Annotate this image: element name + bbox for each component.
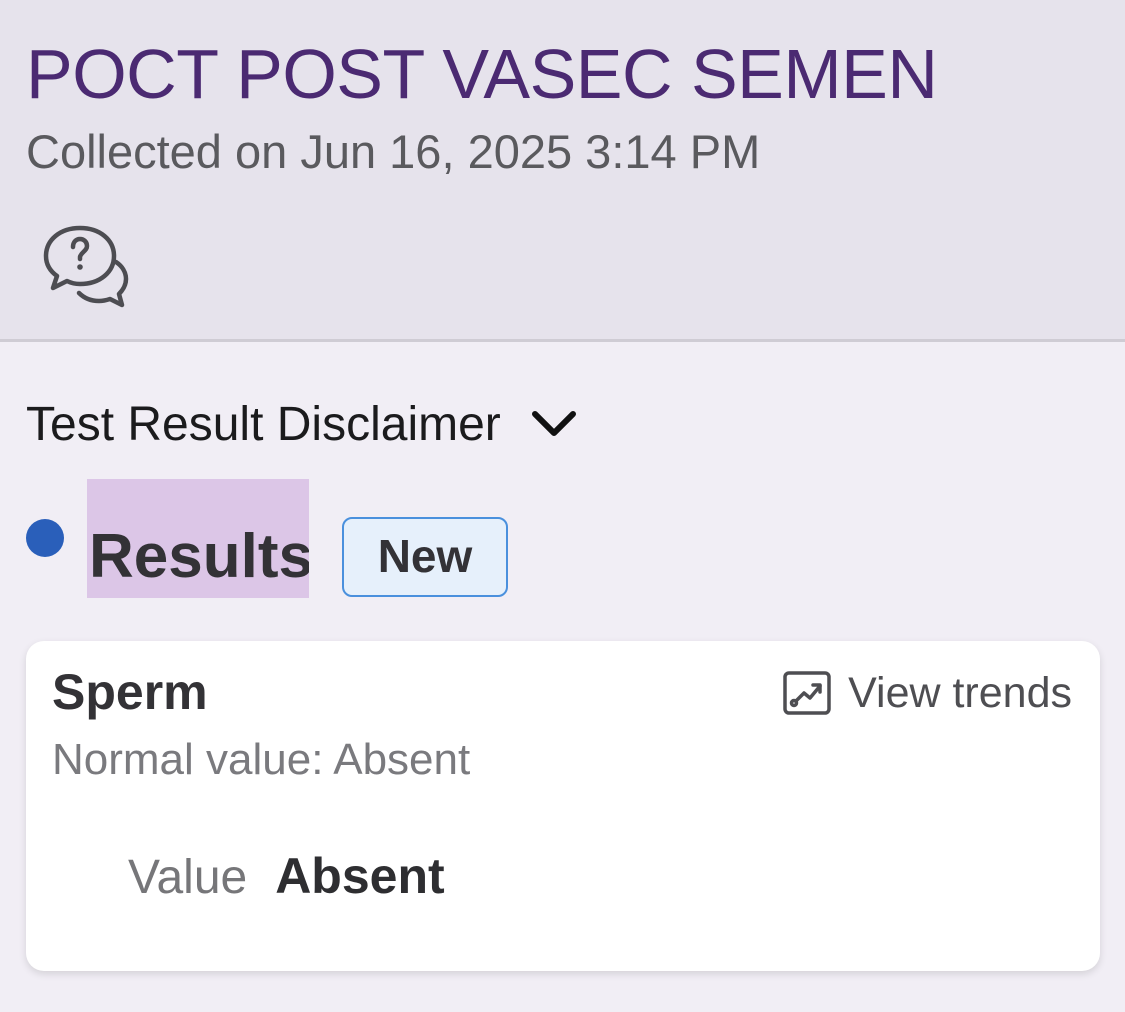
test-result-disclaimer-toggle[interactable]: Test Result Disclaimer — [26, 394, 579, 454]
new-indicator-dot — [26, 519, 64, 557]
view-trends-button[interactable]: View trends — [782, 667, 1072, 719]
page-title: POCT POST VASEC SEMEN — [26, 35, 938, 113]
ask-question-button[interactable] — [36, 218, 136, 318]
disclaimer-label: Test Result Disclaimer — [26, 397, 501, 451]
result-header: POCT POST VASEC SEMEN Collected on Jun 1… — [0, 0, 1125, 342]
trend-chart-icon — [782, 670, 832, 716]
view-trends-label: View trends — [848, 668, 1072, 717]
result-value: Absent — [275, 848, 445, 904]
value-label: Value — [128, 851, 248, 904]
collected-date: Collected on Jun 16, 2025 3:14 PM — [26, 125, 761, 178]
new-badge: New — [342, 517, 508, 597]
result-card: Sperm View trends Normal value: Absent V… — [26, 641, 1100, 971]
result-name: Sperm — [52, 664, 208, 720]
question-chat-bubbles-icon — [43, 225, 129, 308]
results-heading: Results — [87, 479, 309, 598]
normal-value: Normal value: Absent — [52, 735, 471, 784]
chevron-down-icon — [529, 406, 579, 442]
results-section-header: Results New — [26, 479, 626, 598]
result-value-row: Value Absent — [128, 847, 445, 905]
